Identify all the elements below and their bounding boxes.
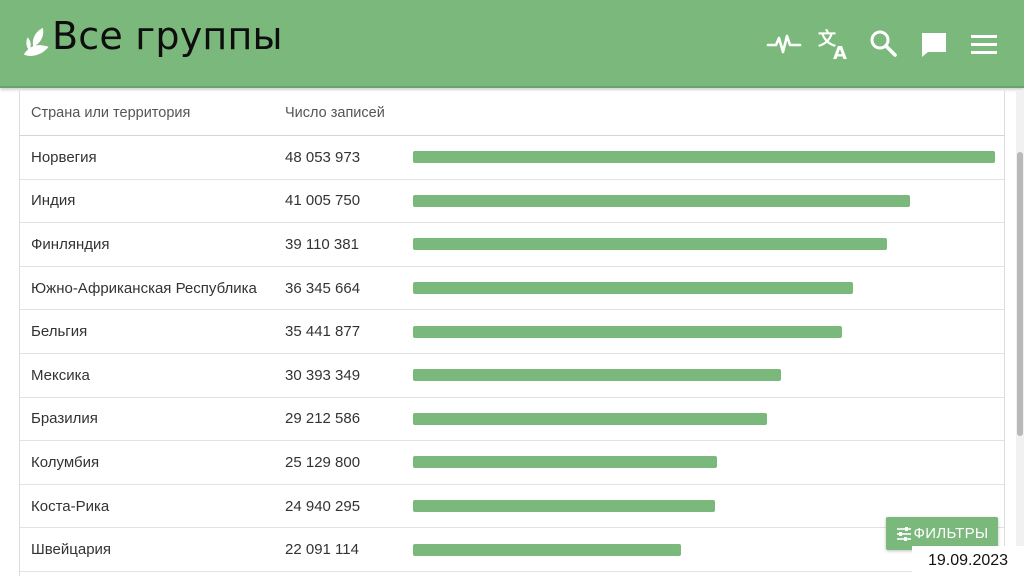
page-title: Все группы (52, 14, 283, 58)
table-row[interactable]: Швейцария 22 091 114 (20, 528, 1004, 572)
table-header-row: Страна или территория Число записей (20, 91, 1004, 136)
bar-track (413, 412, 995, 425)
table-row[interactable]: Бразилия 29 212 586 (20, 398, 1004, 442)
count-cell: 24 940 295 (285, 497, 361, 515)
record-count-bar (413, 238, 887, 251)
count-cell: 22 091 114 (285, 541, 359, 559)
table-row[interactable]: Бельгия 35 441 877 (20, 310, 1004, 354)
bar-track (413, 456, 995, 469)
record-count-bar (413, 412, 767, 425)
translate-icon[interactable]: 文 A (816, 26, 852, 62)
record-count-bar (413, 325, 843, 338)
table-row[interactable]: Индия 41 005 750 (20, 180, 1004, 224)
app-header: Все группы 文 A (0, 0, 1024, 88)
table-row[interactable]: Колумбия 25 129 800 (20, 441, 1004, 485)
bar-track (413, 282, 995, 295)
count-cell: 39 110 381 (285, 235, 359, 253)
record-count-bar (413, 543, 681, 556)
records-table: Страна или территория Число записей Норв… (19, 91, 1005, 576)
table-body: Норвегия 48 053 973 Индия 41 005 750 Финлянд… (20, 136, 1004, 572)
search-icon[interactable] (866, 26, 902, 62)
table-row[interactable]: Финляндия 39 110 381 (20, 223, 1004, 267)
record-count-bar (413, 151, 995, 164)
country-cell[interactable]: Мексика (31, 354, 90, 397)
record-count-bar (413, 194, 910, 207)
count-cell: 48 053 973 (285, 148, 361, 166)
record-count-bar (413, 456, 718, 469)
count-cell: 35 441 877 (285, 323, 361, 341)
bar-track (413, 500, 995, 513)
country-cell[interactable]: Колумбия (31, 441, 99, 484)
table-row[interactable]: Норвегия 48 053 973 (20, 136, 1004, 180)
date-stamp: 19.09.2023 (912, 546, 1024, 576)
table-row[interactable]: Коста-Рика 24 940 295 (20, 485, 1004, 529)
column-header-country[interactable]: Страна или территория (31, 91, 190, 135)
country-cell[interactable]: Бельгия (31, 310, 87, 353)
chat-icon[interactable] (916, 26, 952, 62)
bar-track (413, 325, 995, 338)
country-cell[interactable]: Коста-Рика (31, 485, 109, 528)
bar-track (413, 369, 995, 382)
record-count-bar (413, 500, 716, 513)
table-row[interactable]: Мексика 30 393 349 (20, 354, 1004, 398)
count-cell: 29 212 586 (285, 410, 361, 428)
menu-icon[interactable] (966, 26, 1002, 62)
activity-pulse-icon[interactable] (766, 26, 802, 62)
bar-track (413, 151, 995, 164)
table-row[interactable]: Южно-Африканская Республика 36 345 664 (20, 267, 1004, 311)
country-cell[interactable]: Финляндия (31, 223, 109, 266)
record-count-bar (413, 282, 854, 295)
count-cell: 36 345 664 (285, 279, 361, 297)
count-cell: 25 129 800 (285, 453, 361, 471)
country-cell[interactable]: Индия (31, 180, 75, 223)
bar-track (413, 194, 995, 207)
scrollbar-thumb[interactable] (1017, 152, 1023, 436)
bar-track (413, 238, 995, 251)
country-cell[interactable]: Швейцария (31, 528, 111, 571)
count-cell: 30 393 349 (285, 366, 361, 384)
country-cell[interactable]: Норвегия (31, 136, 97, 179)
column-header-count[interactable]: Число записей (285, 91, 385, 135)
country-cell[interactable]: Южно-Африканская Республика (31, 267, 257, 310)
svg-text:A: A (833, 43, 847, 62)
record-count-bar (413, 369, 782, 382)
count-cell: 41 005 750 (285, 192, 361, 210)
country-cell[interactable]: Бразилия (31, 398, 98, 441)
filters-button-label: ФИЛЬТРЫ (913, 525, 989, 542)
page-scrollbar[interactable] (1016, 90, 1024, 576)
filter-sliders-icon (896, 526, 911, 541)
